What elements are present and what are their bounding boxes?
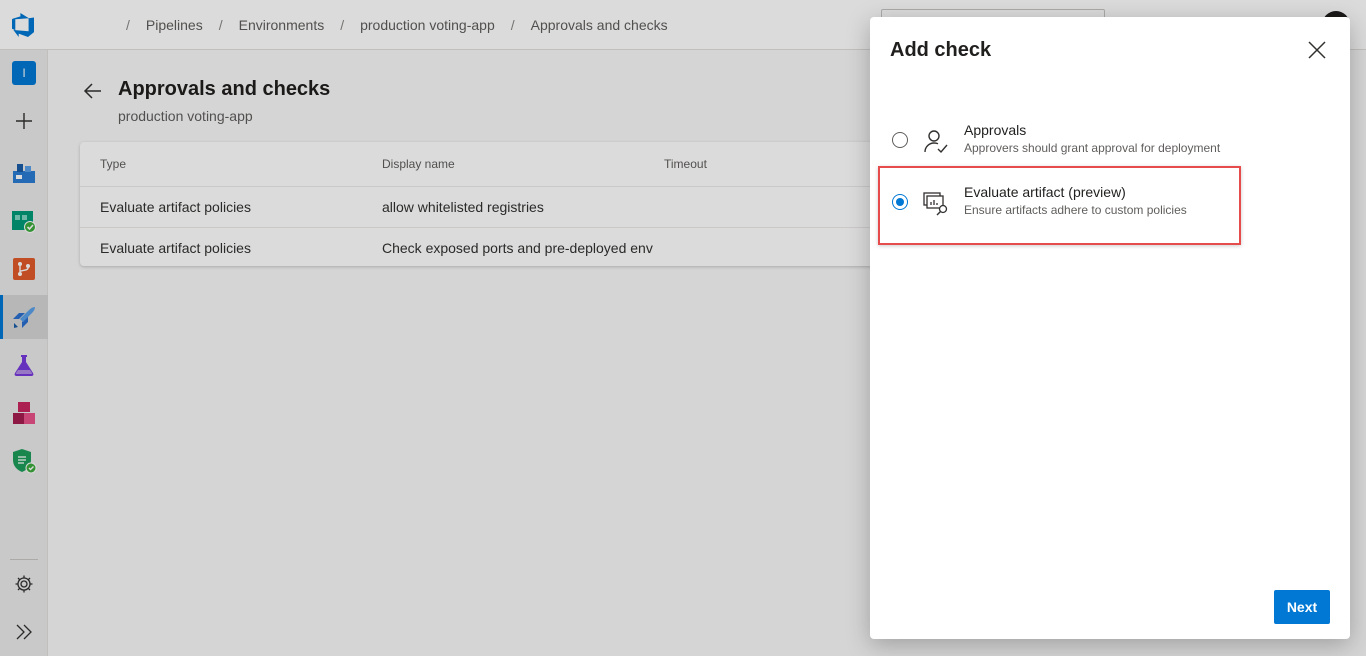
panel-title: Add check — [890, 39, 992, 61]
option-approvals[interactable]: Approvals Approvers should grant approva… — [884, 115, 1334, 171]
close-icon[interactable] — [1304, 37, 1330, 63]
add-check-panel: Add check Approvals Approvers should gra… — [870, 17, 1350, 639]
approvals-label: Approvals — [964, 122, 1027, 138]
approvals-radio[interactable] — [892, 132, 908, 148]
approvals-description: Approvers should grant approval for depl… — [964, 141, 1221, 155]
person-check-icon — [924, 130, 948, 154]
selection-highlight-box — [878, 166, 1241, 245]
next-button[interactable]: Next — [1274, 590, 1330, 624]
